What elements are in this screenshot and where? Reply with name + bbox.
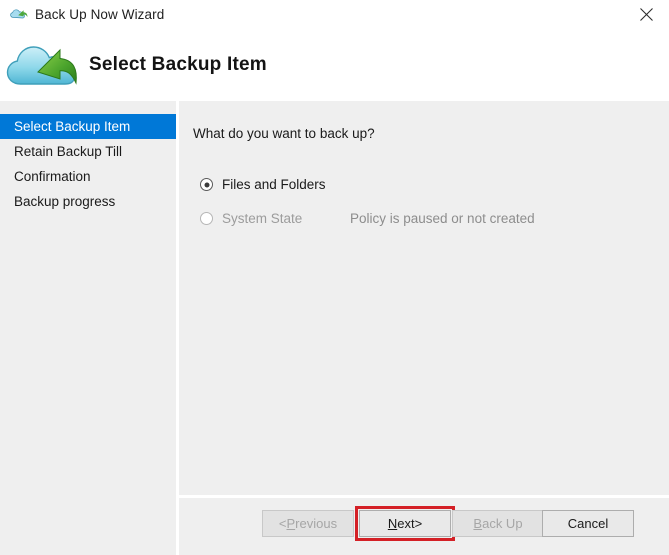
- wizard-footer: < Previous Next > Back Up Cancel: [179, 498, 669, 555]
- wizard-steps-sidebar: Select Backup Item Retain Backup Till Co…: [0, 101, 176, 555]
- cancel-button-label: Cancel: [567, 516, 609, 531]
- back-up-button-mnemonic: B: [473, 516, 483, 531]
- window-title: Back Up Now Wizard: [35, 6, 165, 22]
- content-pane: What do you want to back up? Files and F…: [179, 101, 669, 495]
- sidebar-item-backup-progress[interactable]: Backup progress: [0, 189, 176, 214]
- sidebar-item-retain-backup-till[interactable]: Retain Backup Till: [0, 139, 176, 164]
- radio-label-system-state: System State: [222, 211, 303, 226]
- previous-button-rest: revious: [295, 516, 338, 531]
- title-bar: Back Up Now Wizard: [0, 0, 669, 28]
- previous-button-prefix: <: [278, 516, 287, 531]
- close-icon[interactable]: [623, 0, 669, 28]
- cancel-button[interactable]: Cancel: [542, 510, 634, 537]
- radio-option-system-state: System State: [200, 211, 302, 226]
- previous-button[interactable]: < Previous: [262, 510, 354, 537]
- wizard-header: Select Backup Item: [0, 28, 669, 101]
- radio-icon-files-and-folders[interactable]: [200, 178, 213, 191]
- next-button-mnemonic: N: [387, 516, 398, 531]
- back-up-button-rest: ack Up: [482, 516, 523, 531]
- sidebar-item-confirmation[interactable]: Confirmation: [0, 164, 176, 189]
- step-list: Select Backup Item Retain Backup Till Co…: [0, 101, 176, 214]
- page-title: Select Backup Item: [89, 53, 267, 75]
- cloud-download-arrow-icon: [5, 37, 79, 93]
- next-button-suffix: >: [414, 516, 423, 531]
- cloud-backup-icon: [10, 6, 28, 22]
- question-label: What do you want to back up?: [193, 126, 375, 141]
- radio-label-files-and-folders: Files and Folders: [222, 177, 326, 192]
- previous-button-mnemonic: P: [286, 516, 296, 531]
- next-button[interactable]: Next >: [359, 510, 451, 537]
- back-up-button[interactable]: Back Up: [452, 510, 544, 537]
- radio-option-files-and-folders[interactable]: Files and Folders: [200, 177, 326, 192]
- status-note-system-state: Policy is paused or not created: [350, 211, 535, 226]
- radio-icon-system-state: [200, 212, 213, 225]
- next-button-rest: ext: [397, 516, 415, 531]
- sidebar-item-select-backup-item[interactable]: Select Backup Item: [0, 114, 176, 139]
